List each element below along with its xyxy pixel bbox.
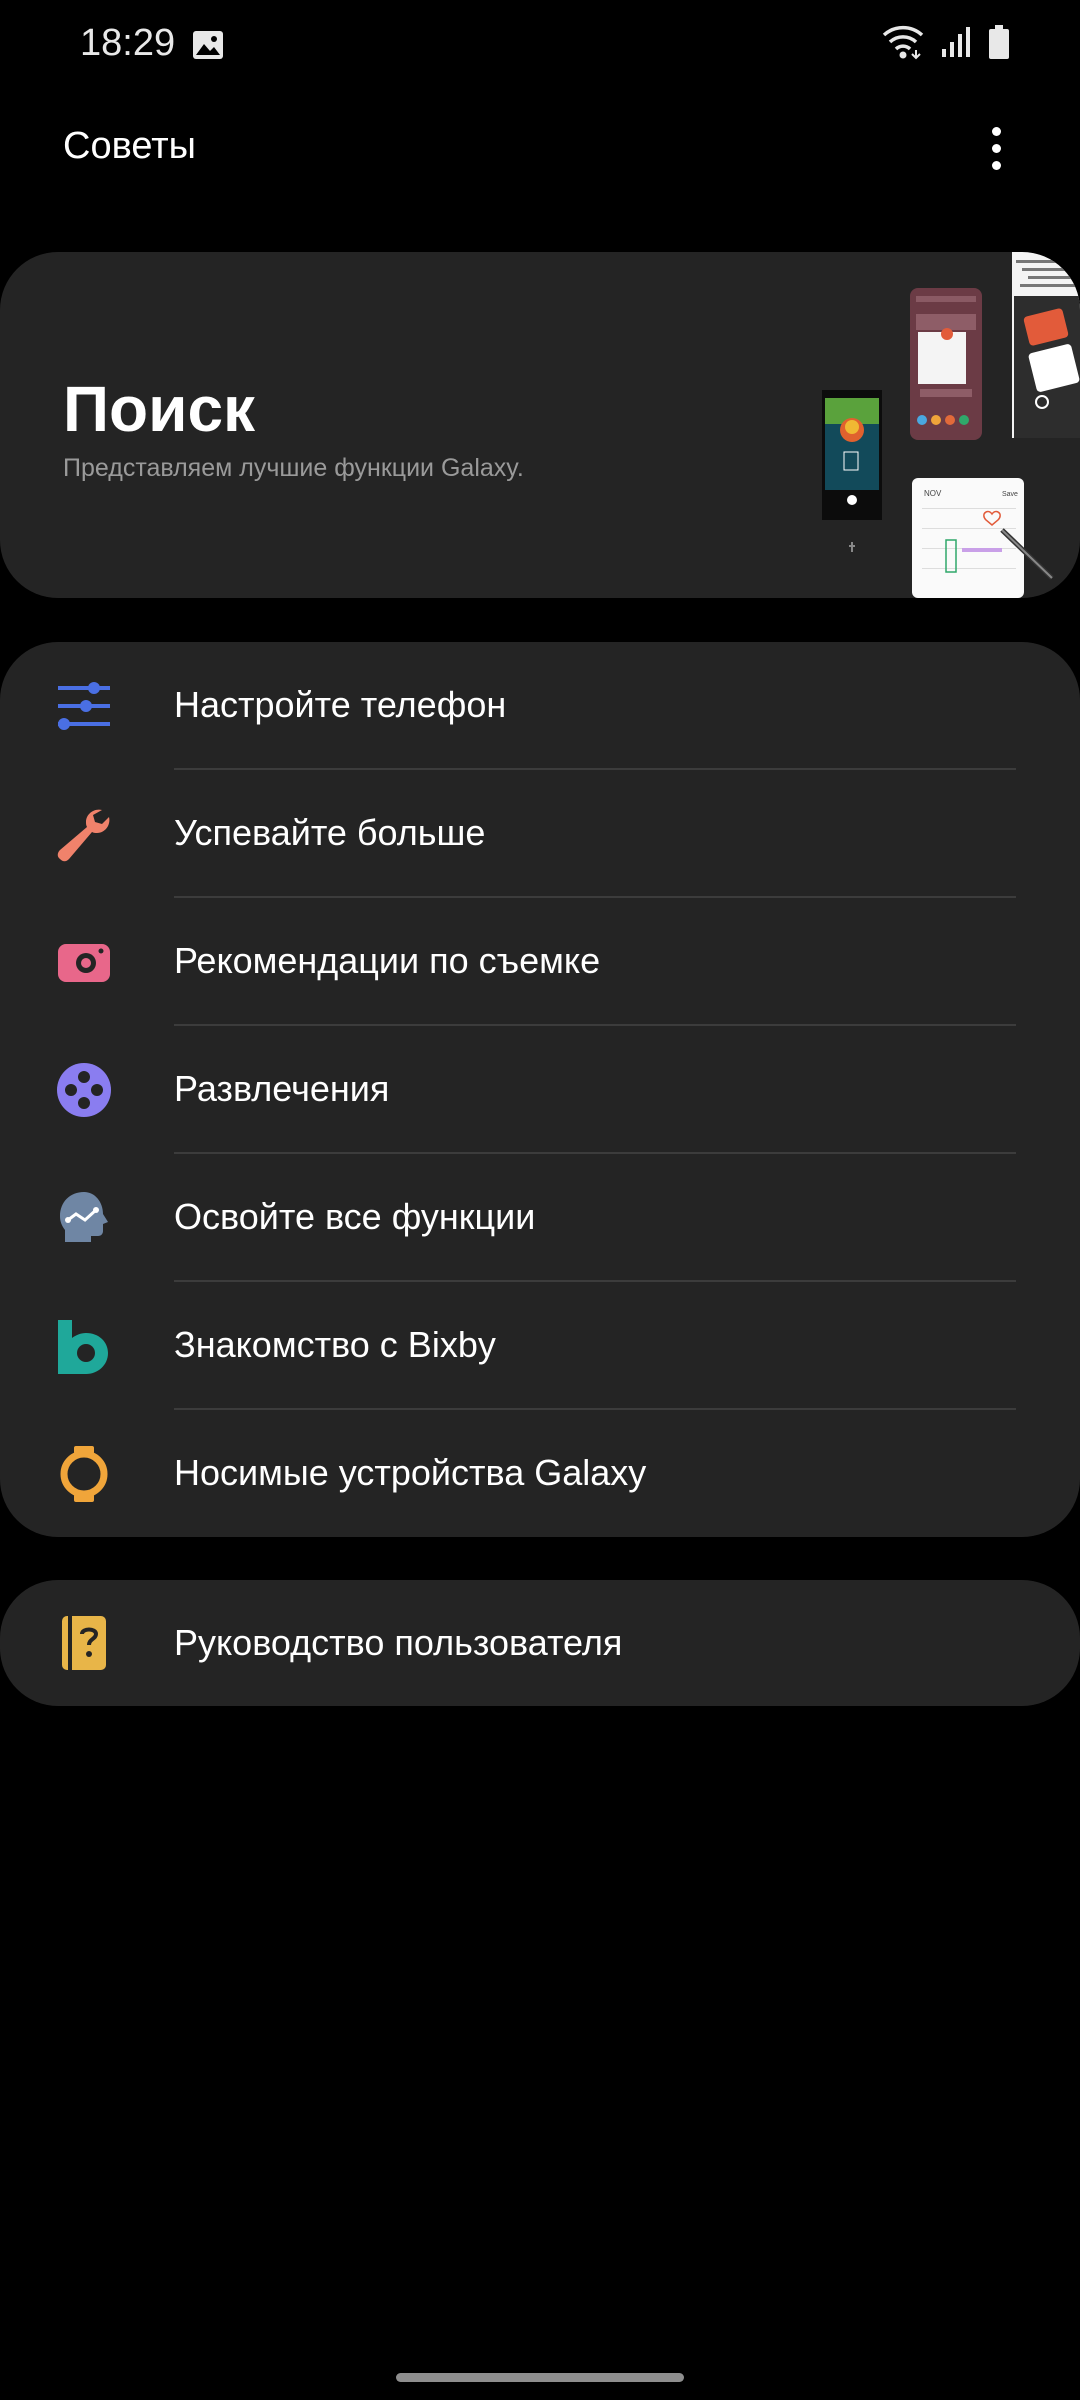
menu-item-do-more[interactable]: Успевайте больше — [0, 770, 1080, 898]
menu-item-label: Освойте все функции — [174, 1196, 536, 1237]
user-guide-icon — [62, 1616, 106, 1670]
status-icons — [882, 24, 1010, 60]
menu-item-label: Знакомство с Bixby — [174, 1324, 496, 1365]
menu-item-customize-phone[interactable]: Настройте телефон — [0, 642, 1080, 770]
gamepad-icon — [57, 1063, 111, 1117]
camera-icon — [58, 944, 110, 982]
sliders-icon — [58, 682, 110, 730]
calendar-screenshot: NOV Save — [912, 478, 1054, 598]
status-time: 18:29 — [80, 22, 176, 64]
notes-screenshot — [1012, 252, 1080, 438]
menu-item-label: Настройте телефон — [174, 684, 507, 725]
menu-item-entertainment[interactable]: Развлечения — [0, 1026, 1080, 1154]
multiwindow-screenshot — [910, 288, 982, 440]
home-indicator[interactable] — [396, 2373, 684, 2382]
bixby-icon — [58, 1320, 108, 1374]
wifi-icon — [882, 25, 924, 60]
tips-category-list: Настройте телефон Успевайте больше Реком… — [0, 642, 1080, 1537]
signal-icon — [942, 27, 970, 57]
more-options-button[interactable] — [976, 118, 1016, 178]
app-title: Советы — [63, 125, 196, 167]
menu-item-label: Успевайте больше — [174, 812, 486, 853]
menu-item-label: Развлечения — [174, 1068, 390, 1109]
hero-subtitle: Представляем лучшие функции Galaxy. — [63, 454, 524, 482]
head-icon — [60, 1192, 108, 1242]
menu-item-galaxy-wearables[interactable]: Носимые устройства Galaxy — [0, 1410, 1080, 1537]
menu-item-master-features[interactable]: Освойте все функции — [0, 1154, 1080, 1282]
balloon-screenshot — [822, 390, 882, 552]
gallery-icon — [193, 31, 223, 59]
hero-card-search[interactable]: Поиск Представляем лучшие функции Galaxy… — [0, 252, 1080, 598]
status-bar: 18:29 — [0, 0, 1080, 92]
more-vertical-icon — [991, 126, 1001, 136]
wrench-icon — [57, 809, 110, 862]
menu-item-bixby[interactable]: Знакомство с Bixby — [0, 1282, 1080, 1410]
menu-item-label: Носимые устройства Galaxy — [174, 1452, 647, 1493]
menu-item-label: Рекомендации по съемке — [174, 940, 601, 981]
hero-preview-illustration: NOV Save — [822, 252, 1080, 598]
user-guide-button[interactable]: Руководство пользователя — [0, 1580, 1080, 1706]
menu-item-photo-tips[interactable]: Рекомендации по съемке — [0, 898, 1080, 1026]
svg-text:Save: Save — [1002, 491, 1018, 498]
hero-title: Поиск — [63, 373, 256, 445]
user-guide-label: Руководство пользователя — [174, 1622, 623, 1663]
watch-icon — [60, 1446, 108, 1502]
battery-icon — [989, 25, 1009, 59]
svg-text:NOV: NOV — [924, 489, 942, 498]
